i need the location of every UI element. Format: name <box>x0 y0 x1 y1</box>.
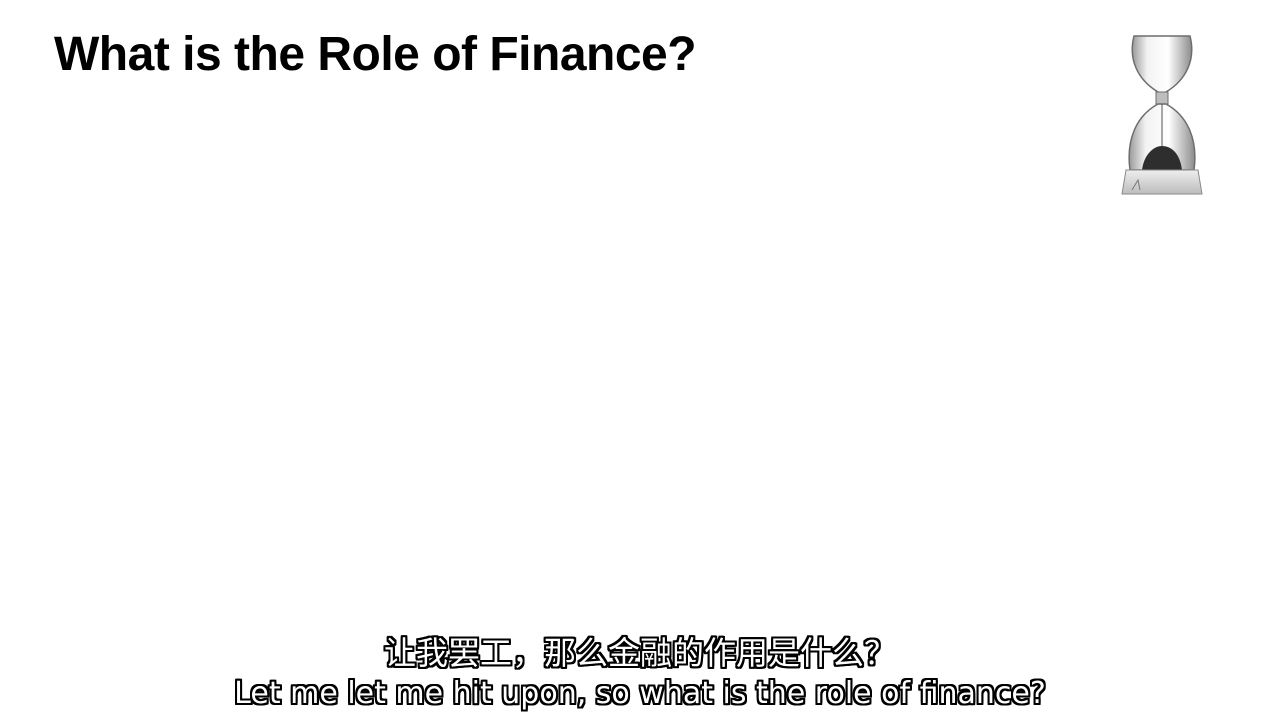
subtitle-chinese: 让我罢工，那么金融的作用是什么？ <box>383 634 896 672</box>
slide: What is the Role of Finance? 让我罢工，那么金融的作… <box>0 0 1280 720</box>
subtitle-english: Let me let me hit upon, so what is the r… <box>234 676 1046 711</box>
hourglass-icon <box>1121 35 1203 195</box>
slide-title: What is the Role of Finance? <box>54 28 697 81</box>
